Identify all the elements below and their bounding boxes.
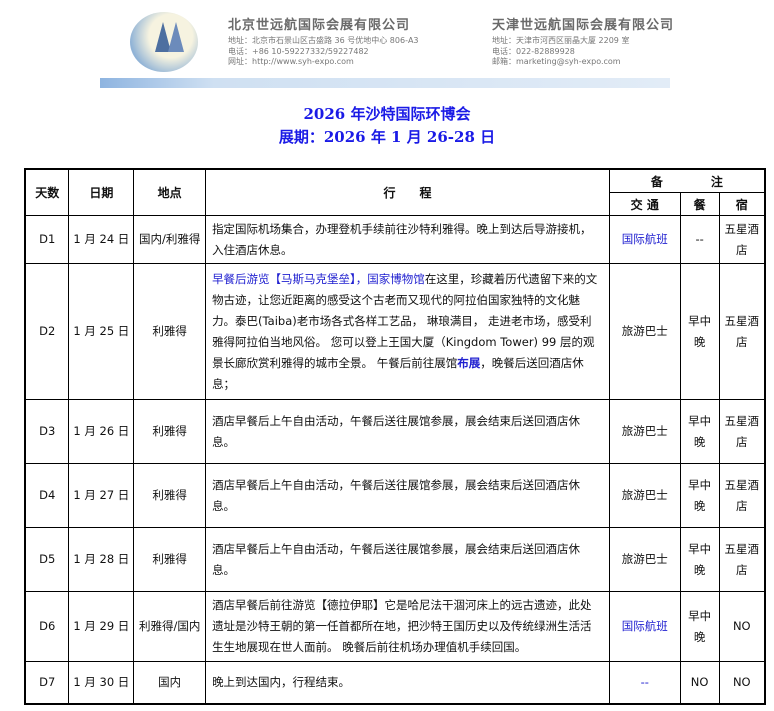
table-row: D3 1 月 26 日 利雅得 酒店早餐后上午自由活动，午餐后送往展馆参展，展会… [24,399,766,464]
highlight-setup: 布展 [457,355,481,370]
itinerary: 晚上到达国内，行程结束。 [205,661,610,704]
table-row: D2 1 月 25 日 利雅得 早餐后游览【马斯马克堡垒】，国家博物馆在这里，珍… [24,263,766,400]
transport: 旅游巴士 [608,399,681,464]
place: 利雅得 [133,399,207,464]
meal: 早中晚 [679,591,720,662]
header-date: 日期 [68,168,135,216]
transport: 国际航班 [608,591,681,662]
header-divider [100,78,670,88]
table-row: D4 1 月 27 日 利雅得 酒店早餐后上午自由活动，午餐后送往展馆参展，展会… [24,463,766,528]
header-transport: 交 通 [608,192,681,216]
day: D5 [24,527,70,592]
date: 1 月 27 日 [68,463,135,528]
date: 1 月 30 日 [68,661,135,704]
day: D1 [24,215,70,264]
hotel: 五星酒店 [718,527,766,592]
meal: 早中晚 [679,463,720,528]
header-itinerary: 行 程 [205,168,610,216]
itinerary: 酒店早餐后上午自由活动，午餐后送往展馆参展，展会结束后送回酒店休息。 [205,463,610,528]
table-row: D7 1 月 30 日 国内 晚上到达国内，行程结束。 -- NO NO [24,661,766,704]
letterhead: 北京世远航国际会展有限公司 地址：北京市石景山区古盛路 36 号优地中心 806… [0,0,774,90]
tianjin-contact: 地址：天津市河西区丽晶大厦 2209 室 电话：022-82889928 邮箱：… [492,36,629,68]
meal: 早中晚 [679,263,720,400]
place: 利雅得/国内 [133,591,207,662]
transport: 国际航班 [608,215,681,264]
day: D4 [24,463,70,528]
beijing-company-name: 北京世远航国际会展有限公司 [228,18,411,33]
hotel: 五星酒店 [718,399,766,464]
hotel: 五星酒店 [718,463,766,528]
itinerary: 酒店早餐后上午自由活动，午餐后送往展馆参展，展会结束后送回酒店休息。 [205,527,610,592]
itinerary: 酒店早餐后上午自由活动，午餐后送往展馆参展，展会结束后送回酒店休息。 [205,399,610,464]
beijing-phone: 电话：+86 10-59227332/59227482 [228,46,369,56]
transport: 旅游巴士 [608,263,681,400]
header-day: 天数 [24,168,70,216]
exhibition-dates: 展期：2026 年 1 月 26-28 日 [278,128,496,146]
beijing-website: 网址：http://www.syh-expo.com [228,57,354,66]
day: D3 [24,399,70,464]
itinerary: 酒店早餐后前往游览【德拉伊耶】它是哈尼法干涸河床上的远古遗迹，此处遗址是沙特王朝… [205,591,610,662]
sail-icon [168,22,184,52]
header-meal: 餐 [679,192,720,216]
highlight-sights: 早餐后游览【马斯马克堡垒】，国家博物馆 [212,271,425,286]
date: 1 月 25 日 [68,263,135,400]
hotel: NO [718,661,766,704]
day: D7 [24,661,70,704]
place: 利雅得 [133,463,207,528]
tianjin-email: 邮箱：marketing@syh-expo.com [492,57,621,66]
tianjin-phone: 电话：022-82889928 [492,46,575,56]
meal: -- [679,215,720,264]
table-row: D6 1 月 29 日 利雅得/国内 酒店早餐后前往游览【德拉伊耶】它是哈尼法干… [24,591,766,662]
header-hotel: 宿 [718,192,766,216]
transport: 旅游巴士 [608,527,681,592]
transport: 旅游巴士 [608,463,681,528]
place: 利雅得 [133,263,207,400]
place: 国内 [133,661,207,704]
beijing-address: 地址：北京市石景山区古盛路 36 号优地中心 806-A3 [228,36,419,45]
place: 利雅得 [133,527,207,592]
beijing-contact: 地址：北京市石景山区古盛路 36 号优地中心 806-A3 电话：+86 10-… [228,36,419,68]
date: 1 月 29 日 [68,591,135,662]
tianjin-company-name: 天津世远航国际会展有限公司 [492,18,675,33]
date: 1 月 28 日 [68,527,135,592]
date: 1 月 26 日 [68,399,135,464]
hotel: NO [718,591,766,662]
hotel: 五星酒店 [718,215,766,264]
place: 国内/利雅得 [133,215,207,264]
table-header-row: 天数 日期 地点 行 程 备 注 [24,168,766,216]
date: 1 月 24 日 [68,215,135,264]
header-place: 地点 [133,168,207,216]
day: D6 [24,591,70,662]
document-title: 2026 年沙特国际环博会 [303,105,471,123]
tianjin-address: 地址：天津市河西区丽晶大厦 2209 室 [492,36,630,45]
table-row: D1 1 月 24 日 国内/利雅得 指定国际机场集合，办理登机手续前往沙特利雅… [24,215,766,264]
meal: 早中晚 [679,527,720,592]
itinerary-table: 天数 日期 地点 行 程 备 注 交 通 餐 宿 D1 1 月 24 日 国内/… [24,168,766,705]
itinerary: 早餐后游览【马斯马克堡垒】，国家博物馆在这里，珍藏着历代遗留下来的文物古迹，让您… [205,263,610,400]
meal: NO [679,661,720,704]
meal: 早中晚 [679,399,720,464]
table-row: D5 1 月 28 日 利雅得 酒店早餐后上午自由活动，午餐后送往展馆参展，展会… [24,527,766,592]
itinerary: 指定国际机场集合，办理登机手续前往沙特利雅得。晚上到达后导游接机，入住酒店休息。 [205,215,610,264]
transport: -- [608,661,681,704]
header-notes: 备 注 [608,168,766,193]
day: D2 [24,263,70,400]
hotel: 五星酒店 [718,263,766,400]
